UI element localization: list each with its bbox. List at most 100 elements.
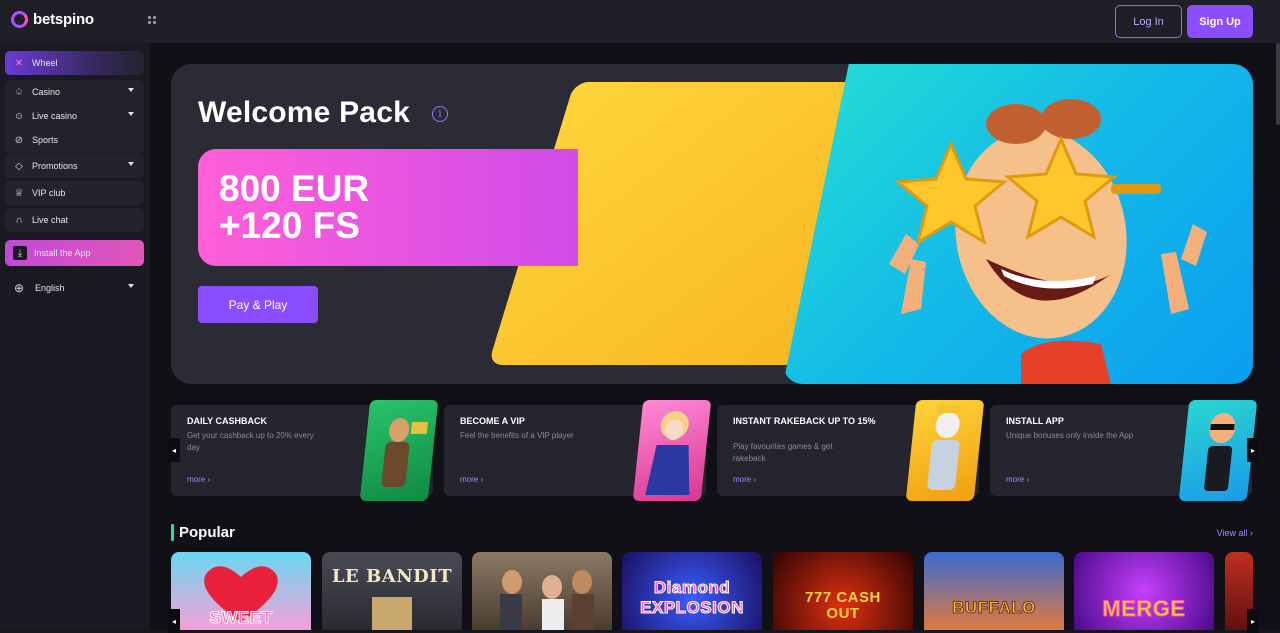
welcome-banner[interactable]: Welcome Pack i 800 EUR +120 FS Pay & Pla… <box>171 64 1253 384</box>
language-select[interactable]: ⊕ English <box>5 276 144 300</box>
game-title: MERGE <box>1102 596 1186 622</box>
language-label: English <box>35 283 65 293</box>
game-title: BUFFALO <box>952 598 1036 618</box>
chevron-down-icon[interactable] <box>128 284 134 288</box>
banner-title: Welcome Pack <box>198 96 410 129</box>
sidebar-item-label: Wheel <box>32 58 58 68</box>
sidebar: ✕ Wheel ♤ Casino ☺ Live casino ⊘ Sports … <box>0 43 150 630</box>
promo-more-link[interactable]: more › <box>1006 475 1029 484</box>
game-title: LE BANDIT <box>331 566 453 587</box>
logo-icon <box>11 11 28 28</box>
game-tile[interactable]: SWEET <box>171 552 311 630</box>
more-label: more <box>187 475 206 484</box>
game-tile[interactable]: LE BANDIT <box>322 552 462 630</box>
more-label: more <box>460 475 479 484</box>
sidebar-item-label: Live chat <box>32 215 69 225</box>
sidebar-item-casino[interactable]: ♤ Casino <box>5 80 144 104</box>
promo-image <box>632 400 712 501</box>
chevron-right-icon: › <box>1026 475 1030 484</box>
promo-image <box>1178 400 1258 501</box>
promo-title: DAILY CASHBACK <box>187 416 268 426</box>
logo-text: betspino <box>33 11 94 28</box>
sidebar-item-live-casino[interactable]: ☺ Live casino <box>5 104 144 128</box>
sidebar-item-label: VIP club <box>32 188 66 198</box>
chevron-down-icon[interactable] <box>128 112 134 116</box>
cowboys-icon <box>500 570 594 630</box>
game-tile[interactable]: Diamond EXPLOSION <box>622 552 762 630</box>
ball-icon: ⊘ <box>14 134 24 146</box>
mascot-illustration <box>889 99 1207 384</box>
sidebar-item-label: Promotions <box>32 161 78 171</box>
promo-title: INSTANT RAKEBACK UP TO 15% <box>733 416 876 426</box>
chevron-down-icon[interactable] <box>128 162 134 166</box>
game-tile[interactable]: MERGE <box>1074 552 1214 630</box>
popular-section-title: Popular <box>179 524 235 541</box>
promo-desc: Play favourites games & get rakeback <box>733 442 833 463</box>
game-title: 777 CASH OUT <box>805 589 881 622</box>
promo-title: BECOME A VIP <box>460 416 525 426</box>
chevron-right-icon: › <box>753 475 757 484</box>
signup-button[interactable]: Sign Up <box>1187 5 1253 38</box>
game-tile[interactable]: BUFFALO <box>924 552 1064 630</box>
chevron-right-icon: › <box>480 475 484 484</box>
promo-card-install-app[interactable]: INSTALL APP Unique bonuses only inside t… <box>990 400 1258 501</box>
download-icon: ⤓ <box>13 246 27 260</box>
game-tile[interactable] <box>472 552 612 630</box>
sidebar-item-wheel[interactable]: ✕ Wheel <box>5 51 144 75</box>
info-icon[interactable]: i <box>432 106 448 122</box>
chevron-right-icon: › <box>1250 528 1253 538</box>
menu-toggle-icon[interactable] <box>148 16 156 24</box>
main-content: Welcome Pack i 800 EUR +120 FS Pay & Pla… <box>150 43 1280 633</box>
more-label: more <box>733 475 752 484</box>
carousel-prev-button[interactable]: ◂ <box>168 438 180 462</box>
chevron-left-icon: ◂ <box>171 445 176 455</box>
game-title: SWEET <box>209 608 273 628</box>
sidebar-item-label: Install the App <box>34 248 91 258</box>
popular-next-button[interactable]: ▸ <box>1247 609 1259 633</box>
spade-icon: ♤ <box>14 86 24 98</box>
bonus-amount: 800 EUR <box>219 168 370 209</box>
wheel-icon: ✕ <box>14 57 24 69</box>
promo-more-link[interactable]: more › <box>187 475 210 484</box>
headset-icon: ∩ <box>15 214 23 226</box>
sidebar-item-label: Live casino <box>32 111 78 121</box>
game-tile[interactable]: 777 CASH OUT <box>773 552 913 630</box>
sidebar-item-vip-club[interactable]: ♕ VIP club <box>5 181 144 205</box>
promo-card-cashback[interactable]: DAILY CASHBACK Get your cashback up to 2… <box>171 400 439 501</box>
promo-more-link[interactable]: more › <box>733 475 756 484</box>
carousel-next-button[interactable]: ▸ <box>1247 438 1259 462</box>
sidebar-item-live-chat[interactable]: ∩ Live chat <box>5 208 144 232</box>
chevron-left-icon: ◂ <box>171 616 176 626</box>
game-title: Diamond EXPLOSION <box>640 578 744 618</box>
pay-and-play-button[interactable]: Pay & Play <box>198 286 318 323</box>
tag-icon: ◇ <box>15 160 23 172</box>
sidebar-item-promotions[interactable]: ◇ Promotions <box>5 154 144 178</box>
view-all-link[interactable]: View all › <box>1217 528 1253 538</box>
logo[interactable]: betspino <box>11 11 94 28</box>
crown-icon: ♕ <box>14 187 24 199</box>
bonus-free-spins: +120 FS <box>219 205 360 246</box>
live-dealer-icon: ☺ <box>13 110 25 122</box>
popular-prev-button[interactable]: ◂ <box>168 609 180 633</box>
install-app-button[interactable]: ⤓ Install the App <box>5 240 144 266</box>
section-marker <box>171 524 174 541</box>
promo-card-vip[interactable]: BECOME A VIP Feel the benefits of a VIP … <box>444 400 712 501</box>
promo-desc: Get your cashback up to 20% every day <box>187 431 314 452</box>
chevron-right-icon: › <box>207 475 211 484</box>
chevron-down-icon[interactable] <box>128 88 134 92</box>
wanted-poster-icon <box>372 597 412 630</box>
page-scrollbar[interactable] <box>1276 43 1280 125</box>
chevron-right-icon: ▸ <box>1250 445 1255 455</box>
promo-image <box>905 400 985 501</box>
view-all-label: View all <box>1216 528 1248 538</box>
login-button[interactable]: Log In <box>1115 5 1182 38</box>
sidebar-item-sports[interactable]: ⊘ Sports <box>5 128 144 152</box>
promo-title: INSTALL APP <box>1006 416 1064 426</box>
promo-desc: Unique bonuses only inside the App <box>1006 431 1134 440</box>
promo-card-rakeback[interactable]: INSTANT RAKEBACK UP TO 15% Play favourit… <box>717 400 985 501</box>
sidebar-item-label: Casino <box>32 87 61 97</box>
promo-image <box>359 400 439 501</box>
sidebar-item-label: Sports <box>32 135 59 145</box>
promo-desc: Feel the benefits of a VIP player <box>460 431 574 440</box>
promo-more-link[interactable]: more › <box>460 475 483 484</box>
